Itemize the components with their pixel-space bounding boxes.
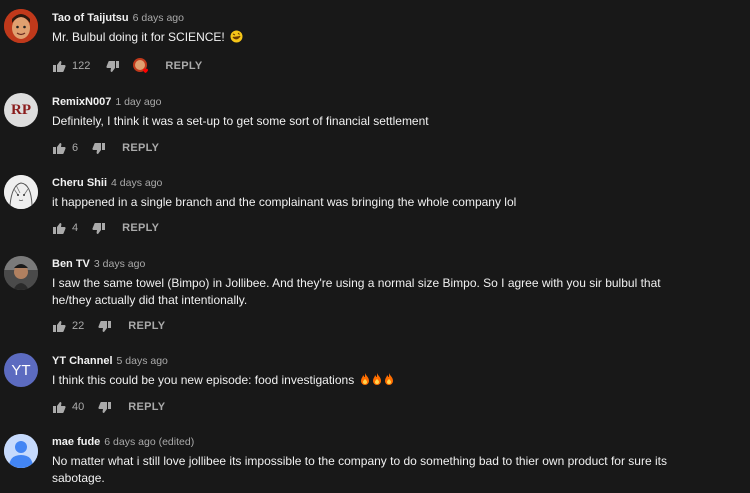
thumbs-down-icon[interactable] — [98, 401, 112, 414]
timestamp[interactable]: 4 days ago — [111, 177, 162, 189]
rolling-on-floor-laughing-emoji-icon — [230, 30, 243, 43]
author-name[interactable]: YT Channel — [52, 355, 113, 367]
reply-button[interactable]: REPLY — [128, 401, 165, 413]
comment-text: No matter what i still love jollibee its… — [52, 454, 667, 485]
comment-text: Definitely, I think it was a set-up to g… — [52, 114, 429, 128]
reply-button[interactable]: REPLY — [128, 320, 165, 332]
face-avatar-icon — [4, 9, 38, 43]
avatar[interactable] — [4, 9, 38, 43]
avatar[interactable]: YT — [4, 353, 38, 387]
avatar[interactable] — [4, 434, 38, 468]
like-count: 40 — [72, 401, 85, 413]
avatar[interactable] — [4, 256, 38, 290]
like-count: 6 — [72, 142, 79, 154]
comment-text: it happened in a single branch and the c… — [52, 195, 517, 209]
like-count: 122 — [72, 60, 91, 72]
thumbs-down-icon[interactable] — [92, 142, 106, 155]
person-photo-avatar-icon — [4, 256, 38, 290]
thumbs-down-icon[interactable] — [106, 60, 120, 73]
avatar[interactable]: RP — [4, 93, 38, 127]
timestamp[interactable]: 3 days ago — [94, 258, 145, 270]
thumbs-up-icon[interactable] — [52, 60, 66, 73]
creator-heart-icon — [133, 58, 149, 73]
author-name[interactable]: RemixN007 — [52, 96, 111, 108]
comment-text: I think this could be you new episode: f… — [52, 372, 732, 389]
fire-emoji-icon — [360, 373, 369, 385]
thumbs-up-icon[interactable] — [52, 401, 66, 414]
comment-text: Mr. Bulbul doing it for SCIENCE! — [52, 29, 732, 46]
like-count: 22 — [72, 320, 85, 332]
timestamp[interactable]: 5 days ago — [117, 355, 168, 367]
timestamp[interactable]: 6 days ago — [133, 12, 184, 24]
thumbs-down-icon[interactable] — [98, 320, 112, 333]
thumbs-up-icon[interactable] — [52, 222, 66, 235]
author-name[interactable]: mae fude — [52, 436, 100, 448]
author-name[interactable]: Cheru Shii — [52, 177, 107, 189]
fire-emoji-icon — [384, 373, 393, 385]
reply-button[interactable]: REPLY — [122, 142, 159, 154]
timestamp[interactable]: 1 day ago — [115, 96, 161, 108]
avatar[interactable] — [4, 175, 38, 209]
default-person-avatar-icon — [4, 434, 38, 468]
author-name[interactable]: Tao of Taijutsu — [52, 12, 129, 24]
fire-emoji-icon — [372, 373, 381, 385]
avatar-initials: RP — [11, 101, 31, 118]
like-count: 4 — [72, 222, 79, 234]
anime-sketch-avatar-icon — [4, 175, 38, 209]
thumbs-up-icon[interactable] — [52, 320, 66, 333]
comment-text: I saw the same towel (Bimpo) in Jollibee… — [52, 276, 661, 307]
reply-button[interactable]: REPLY — [122, 222, 159, 234]
avatar-initials: YT — [11, 361, 31, 379]
reply-button[interactable]: REPLY — [165, 60, 202, 72]
thumbs-up-icon[interactable] — [52, 142, 66, 155]
thumbs-down-icon[interactable] — [92, 222, 106, 235]
timestamp[interactable]: 6 days ago (edited) — [104, 436, 194, 448]
author-name[interactable]: Ben TV — [52, 258, 90, 270]
